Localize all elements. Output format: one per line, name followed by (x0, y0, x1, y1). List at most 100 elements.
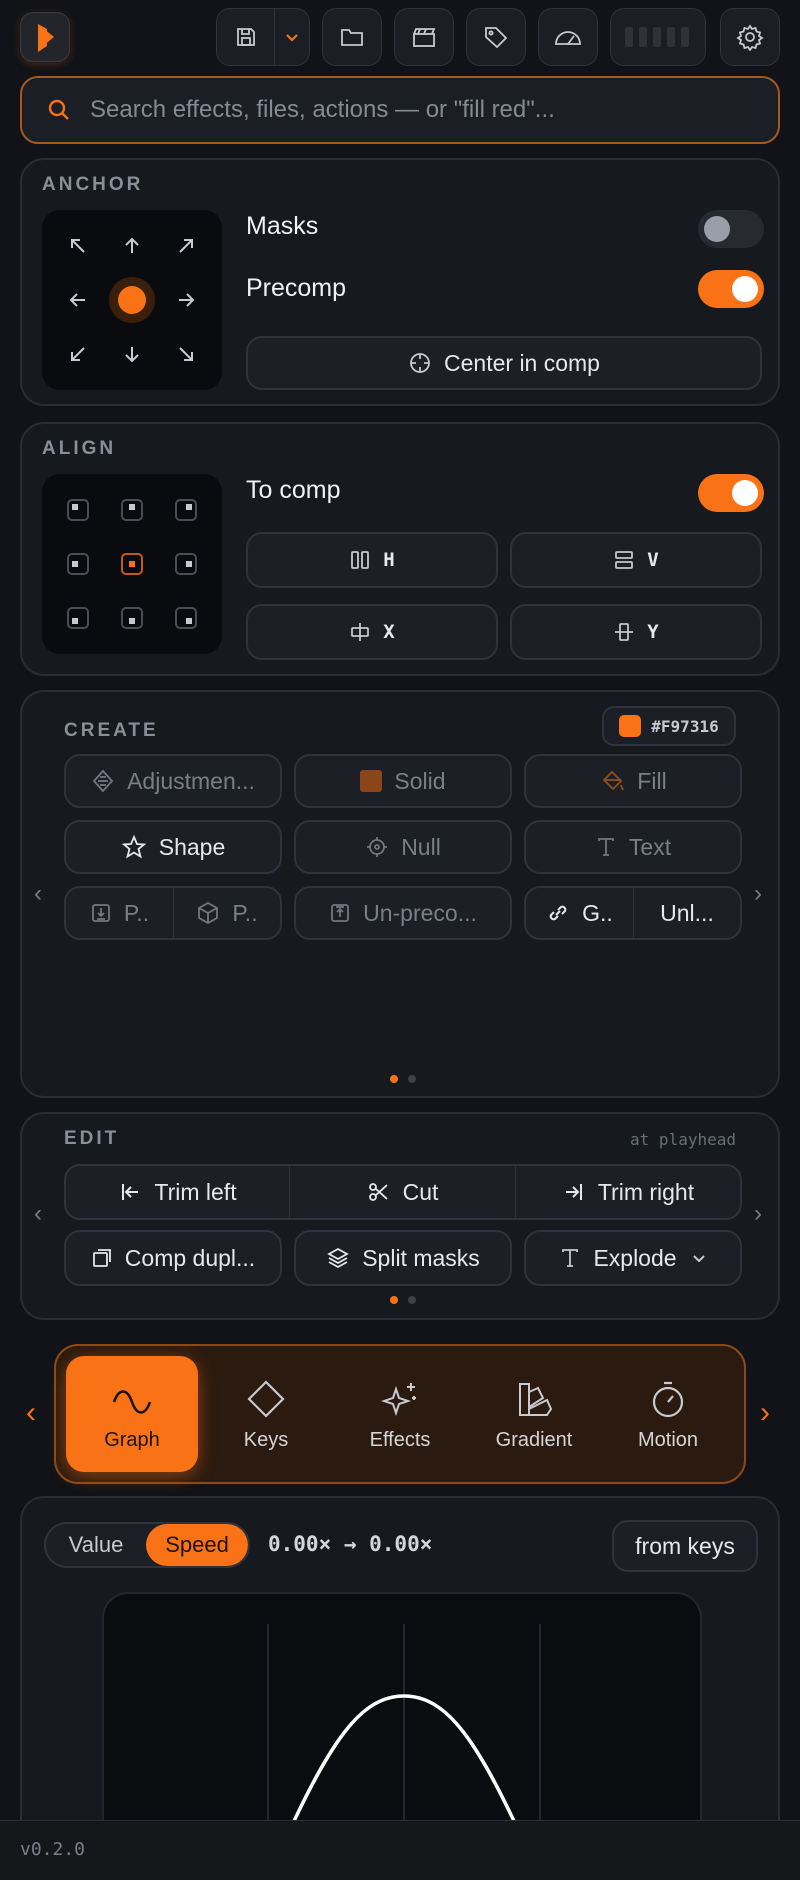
anchor-bottom[interactable] (105, 327, 159, 381)
align-center[interactable] (105, 537, 159, 591)
un-precompose-label: Un-preco... (363, 899, 477, 926)
create-prev-arrow[interactable]: ‹ (34, 880, 42, 908)
comp-duplicate-button[interactable]: Comp dupl... (64, 1230, 282, 1286)
edit-prev-arrow[interactable]: ‹ (34, 1200, 42, 1228)
value-mode-button[interactable]: Value (46, 1524, 146, 1566)
align-grid (42, 474, 222, 654)
from-keys-button[interactable]: from keys (612, 1520, 758, 1572)
align-panel: ALIGN To comp H V X Y (20, 422, 780, 676)
align-bottom-left[interactable] (51, 591, 105, 645)
null-layer-button[interactable]: Null (294, 820, 512, 874)
labels-button[interactable] (466, 8, 526, 66)
to-comp-toggle[interactable] (698, 474, 764, 512)
anchor-right[interactable] (159, 273, 213, 327)
sparkles-icon (378, 1379, 422, 1419)
link-button[interactable]: G.. (526, 888, 634, 938)
tab-keys[interactable]: Keys (200, 1356, 332, 1472)
save-options-button[interactable] (275, 9, 309, 65)
crosshair-icon (408, 351, 432, 375)
scissors-icon (367, 1180, 391, 1204)
align-left[interactable] (51, 537, 105, 591)
cut-label: Cut (402, 1178, 439, 1205)
align-bottom[interactable] (105, 591, 159, 645)
speed-mode-button[interactable]: Speed (146, 1524, 248, 1566)
unlink-button[interactable]: Unl... (634, 888, 740, 938)
anchor-bottom-left[interactable] (51, 327, 105, 381)
precompose-in-button[interactable]: P.. (66, 888, 174, 938)
color-swatch-button[interactable]: #F97316 (602, 706, 736, 746)
split-masks-button[interactable]: Split masks (294, 1230, 512, 1286)
center-y-button[interactable]: Y (510, 604, 762, 660)
text-icon (595, 836, 617, 858)
search-bar (20, 76, 780, 144)
graph-panel: Value Speed 0.00× → 0.00× from keys (20, 1496, 780, 1852)
version-label: v0.2.0 (20, 1839, 86, 1860)
tab-effects[interactable]: Effects (334, 1356, 466, 1472)
tabs-next-arrow[interactable]: › (760, 1396, 770, 1430)
align-top[interactable] (105, 483, 159, 537)
center-in-comp-button[interactable]: Center in comp (246, 336, 762, 390)
align-bottom-right[interactable] (159, 591, 213, 645)
explode-dropdown[interactable]: Explode (524, 1230, 742, 1286)
tab-keys-label: Keys (243, 1429, 289, 1451)
shape-label: Shape (158, 833, 226, 860)
search-input[interactable] (90, 96, 750, 124)
shape-layer-button[interactable]: Shape (64, 820, 282, 874)
align-top-left[interactable] (51, 483, 105, 537)
paint-bucket-icon (599, 768, 625, 794)
edit-next-arrow[interactable]: › (754, 1200, 762, 1228)
align-top-right[interactable] (159, 483, 213, 537)
distribute-h-button[interactable]: H (246, 532, 498, 588)
anchor-top-right[interactable] (159, 219, 213, 273)
settings-button[interactable] (720, 8, 780, 66)
anchor-panel: ANCHOR Masks Precomp Center in comp (20, 158, 780, 406)
center-x-button[interactable]: X (246, 604, 498, 660)
anchor-center[interactable] (105, 273, 159, 327)
precompose-package-button[interactable]: P.. (174, 888, 280, 938)
stopwatch-icon (646, 1379, 690, 1419)
tab-graph[interactable]: Graph (66, 1356, 198, 1472)
star-icon (121, 834, 147, 860)
color-swatch (619, 715, 642, 737)
anchor-top-left[interactable] (51, 219, 105, 273)
target-icon (365, 835, 389, 859)
render-button[interactable] (394, 8, 454, 66)
create-next-arrow[interactable]: › (754, 880, 762, 908)
tab-graph-label: Graph (104, 1429, 160, 1451)
trim-right-button[interactable]: Trim right (516, 1166, 740, 1218)
save-button[interactable] (217, 9, 275, 65)
create-page-dots (390, 1075, 416, 1083)
chevron-down-icon (283, 28, 301, 46)
precompose-package-label: P.. (232, 899, 258, 926)
tab-gradient[interactable]: Gradient (468, 1356, 600, 1472)
columns-icon (349, 549, 371, 571)
masks-label: Masks (246, 212, 319, 240)
anchor-left[interactable] (51, 273, 105, 327)
speed-readout: 0.00× → 0.00× (268, 1532, 433, 1556)
open-folder-button[interactable] (322, 8, 382, 66)
solid-label: Solid (394, 767, 446, 794)
adjustment-layer-button[interactable]: Adjustmen... (64, 754, 282, 808)
null-label: Null (401, 833, 441, 860)
distribute-h-label: H (383, 549, 395, 571)
curve-editor[interactable] (102, 1592, 702, 1852)
precomp-toggle[interactable] (698, 270, 764, 308)
align-right[interactable] (159, 537, 213, 591)
tab-motion[interactable]: Motion (602, 1356, 734, 1472)
create-panel: CREATE #F97316 ‹ › Adjustmen... Solid Fi… (20, 690, 780, 1098)
trim-left-button[interactable]: Trim left (66, 1166, 290, 1218)
anchor-top[interactable] (105, 219, 159, 273)
un-precompose-button[interactable]: Un-preco... (294, 886, 512, 940)
cut-button[interactable]: Cut (290, 1166, 516, 1218)
text-layer-button[interactable]: Text (524, 820, 742, 874)
anchor-bottom-right[interactable] (159, 327, 213, 381)
fill-button[interactable]: Fill (524, 754, 742, 808)
solid-layer-button[interactable]: Solid (294, 754, 512, 808)
save-icon (234, 25, 258, 49)
tabs-prev-arrow[interactable]: ‹ (26, 1396, 36, 1430)
masks-toggle[interactable] (698, 210, 764, 248)
distribute-v-button[interactable]: V (510, 532, 762, 588)
tag-icon (483, 24, 509, 50)
performance-button[interactable] (538, 8, 598, 66)
explode-label: Explode (593, 1244, 677, 1271)
